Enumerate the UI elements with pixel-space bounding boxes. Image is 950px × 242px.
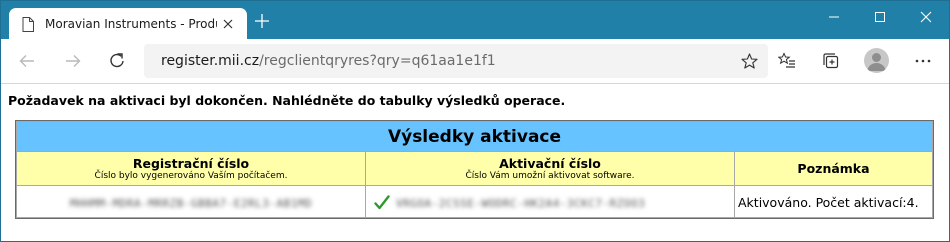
title-bar: Moravian Instruments - Product [1,1,949,39]
address-bar[interactable]: register.mii.cz/regclientqryres?qry=q61a… [144,44,768,78]
settings-more-button[interactable] [911,49,935,73]
arrow-right-icon [66,55,81,67]
column-header-registration: Registrační číslo Číslo bylo vygenerován… [17,152,365,185]
more-dots-icon [915,59,931,63]
arrow-left-icon [19,55,34,67]
activation-number-cell: VRGOA-2CSSE-WODRC-HK2A4-3CKC7-RZOO3 [366,186,734,217]
url-text[interactable]: register.mii.cz/regclientqryres?qry=q61a… [161,52,496,70]
check-icon [374,195,390,210]
user-icon [867,53,886,71]
maximize-icon [875,12,885,22]
collections-icon [823,53,839,69]
maximize-button[interactable] [857,1,903,33]
browser-toolbar: register.mii.cz/regclientqryres?qry=q61a… [1,39,949,84]
minimize-button[interactable] [811,1,857,33]
close-tab-icon[interactable] [221,17,235,31]
registration-number-cell: MHHMM-MDRA-MRRZB-GBBA7-E2RL3-AB1MD [17,186,365,217]
back-button[interactable] [15,49,39,73]
registration-number: MHHMM-MDRA-MRRZB-GBBA7-E2RL3-AB1MD [69,197,313,210]
column-header-activation: Aktivační číslo Číslo Vám umožní aktivov… [366,152,734,185]
close-icon [920,11,932,23]
favorites-button[interactable] [775,49,799,73]
table-row: MHHMM-MDRA-MRRZB-GBBA7-E2RL3-AB1MD VRGOA… [17,186,932,217]
table-caption: Výsledky aktivace [17,122,932,151]
activation-number: VRGOA-2CSSE-WODRC-HK2A4-3CKC7-RZOO3 [396,197,646,210]
minimize-icon [829,16,839,18]
new-tab-icon[interactable] [255,14,269,28]
results-table: Výsledky aktivace Registrační číslo Čísl… [15,120,934,219]
refresh-icon [110,53,124,68]
note-cell: Aktivováno. Počet aktivací:4. [735,186,932,217]
refresh-button[interactable] [105,49,129,73]
profile-avatar[interactable] [864,48,889,73]
note-text: Aktivováno. Počet aktivací:4. [738,195,919,210]
tab-title: Moravian Instruments - Product [45,17,217,31]
favorite-star-icon[interactable] [741,53,758,70]
browser-window: Moravian Instruments - Product register.… [0,0,950,242]
forward-button[interactable] [61,49,85,73]
completion-message: Požadavek na aktivaci byl dokončen. Nahl… [8,93,566,108]
close-window-button[interactable] [903,1,949,33]
favorites-list-icon [778,52,795,68]
page-icon [22,17,34,32]
column-header-note: Poznámka [735,152,932,185]
page-content: Požadavek na aktivaci byl dokončen. Nahl… [1,84,949,241]
browser-tab[interactable]: Moravian Instruments - Product [9,8,247,39]
collections-button[interactable] [819,49,843,73]
